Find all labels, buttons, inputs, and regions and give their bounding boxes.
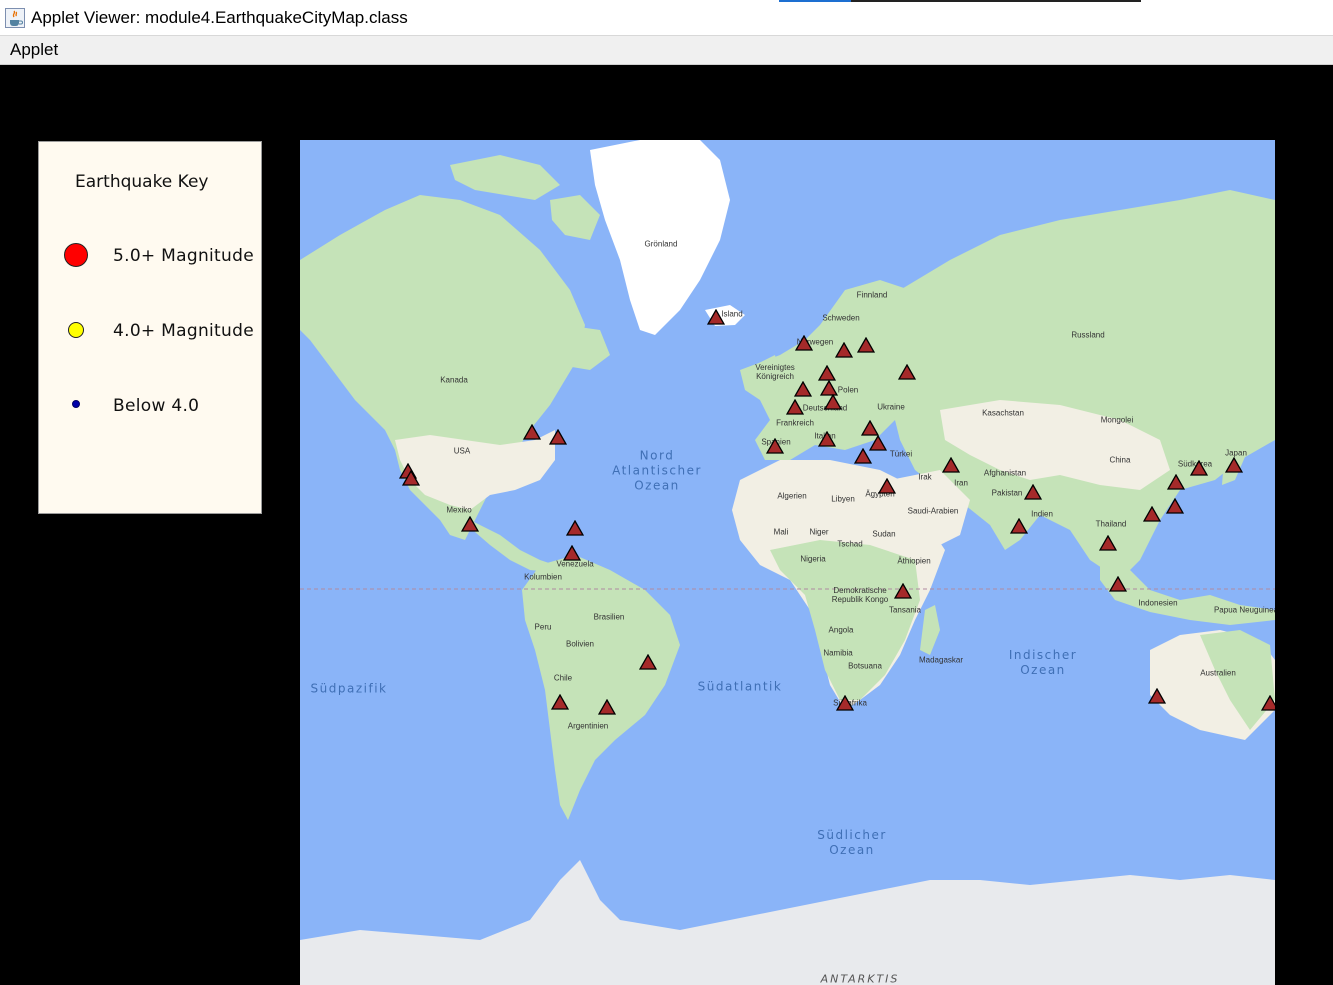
label-china: China — [1109, 455, 1131, 465]
label-tanzania: Tansania — [888, 605, 922, 615]
window-title: Applet Viewer: module4.EarthquakeCityMap… — [31, 8, 408, 27]
label-north-atlantic: Nord Atlantischer Ozean — [612, 448, 702, 493]
label-antarctica: ANTARKTIS — [820, 972, 900, 985]
label-ethiopia: Äthiopien — [897, 556, 931, 566]
label-ukraine: Ukraine — [877, 402, 905, 412]
taskbar-highlight — [779, 0, 851, 2]
label-libya: Libyen — [831, 494, 855, 504]
label-russia: Russland — [1071, 330, 1105, 340]
label-peru: Peru — [534, 622, 552, 632]
label-angola: Angola — [828, 625, 854, 635]
label-finland: Finnland — [856, 290, 888, 300]
label-nigeria: Nigeria — [800, 554, 826, 564]
world-map-shapes — [300, 140, 1275, 985]
label-mongolia: Mongolei — [1100, 415, 1134, 425]
label-iraq: Irak — [918, 472, 932, 482]
world-map[interactable]: Grönland Island Finnland Schweden Norweg… — [300, 140, 1275, 985]
label-afghanistan: Afghanistan — [983, 468, 1027, 478]
label-colombia: Kolumbien — [524, 572, 562, 582]
label-madagascar: Madagaskar — [918, 655, 964, 665]
label-png: Papua Neuguinea — [1213, 605, 1275, 615]
java-cup-icon — [5, 8, 25, 28]
key-label-below4: Below 4.0 — [113, 396, 200, 416]
key-label-5plus: 5.0+ Magnitude — [113, 246, 254, 266]
key-title: Earthquake Key — [75, 172, 209, 192]
key-yellow-dot-icon — [68, 322, 84, 338]
label-australia: Australien — [1200, 668, 1236, 678]
label-usa: USA — [453, 446, 471, 456]
label-saudi-arabia: Saudi-Arabien — [907, 506, 959, 516]
menu-applet[interactable]: Applet — [10, 40, 58, 60]
label-argentina: Argentinien — [567, 721, 609, 731]
applet-canvas[interactable]: Earthquake Key 5.0+ Magnitude 4.0+ Magni… — [0, 65, 1333, 985]
label-indonesia: Indonesien — [1138, 598, 1178, 608]
label-indian-ocean: Indischer Ozean — [1008, 648, 1078, 677]
label-south-atlantic: Südatlantik — [697, 679, 783, 694]
label-brazil: Brasilien — [593, 612, 625, 622]
label-drc: Demokratische Republik Kongo — [831, 586, 889, 604]
earthquake-key: Earthquake Key 5.0+ Magnitude 4.0+ Magni… — [38, 141, 262, 514]
label-southern-ocean: Südlicher Ozean — [817, 828, 887, 857]
label-chad: Tschad — [837, 539, 863, 549]
label-bolivia: Bolivien — [565, 639, 595, 649]
label-botswana: Botsuana — [848, 661, 882, 671]
label-algeria: Algerien — [777, 491, 807, 501]
label-thailand: Thailand — [1095, 519, 1127, 529]
key-label-4plus: 4.0+ Magnitude — [113, 321, 254, 341]
label-france: Frankreich — [776, 418, 814, 428]
label-turkey: Türkei — [889, 449, 913, 459]
label-sudan: Sudan — [872, 529, 896, 539]
label-namibia: Namibia — [823, 648, 853, 658]
label-canada: Kanada — [440, 375, 468, 385]
window-titlebar[interactable]: Applet Viewer: module4.EarthquakeCityMap… — [0, 0, 1333, 35]
label-mali: Mali — [773, 527, 789, 537]
label-chile: Chile — [553, 673, 573, 683]
taskbar-strip — [851, 0, 1141, 2]
key-red-dot-icon — [64, 243, 88, 267]
label-south-pacific: Südpazifik — [310, 681, 388, 696]
key-blue-dot-icon — [72, 400, 80, 408]
label-uk: Vereinigtes Königreich — [755, 363, 795, 381]
menu-bar: Applet — [0, 35, 1333, 65]
label-kazakhstan: Kasachstan — [982, 408, 1024, 418]
label-mexico: Mexiko — [446, 505, 472, 515]
label-india: Indien — [1031, 509, 1053, 519]
label-greenland: Grönland — [644, 239, 678, 249]
label-iran: Iran — [954, 478, 968, 488]
label-pakistan: Pakistan — [991, 488, 1023, 498]
label-niger: Niger — [809, 527, 829, 537]
label-sweden: Schweden — [822, 313, 860, 323]
